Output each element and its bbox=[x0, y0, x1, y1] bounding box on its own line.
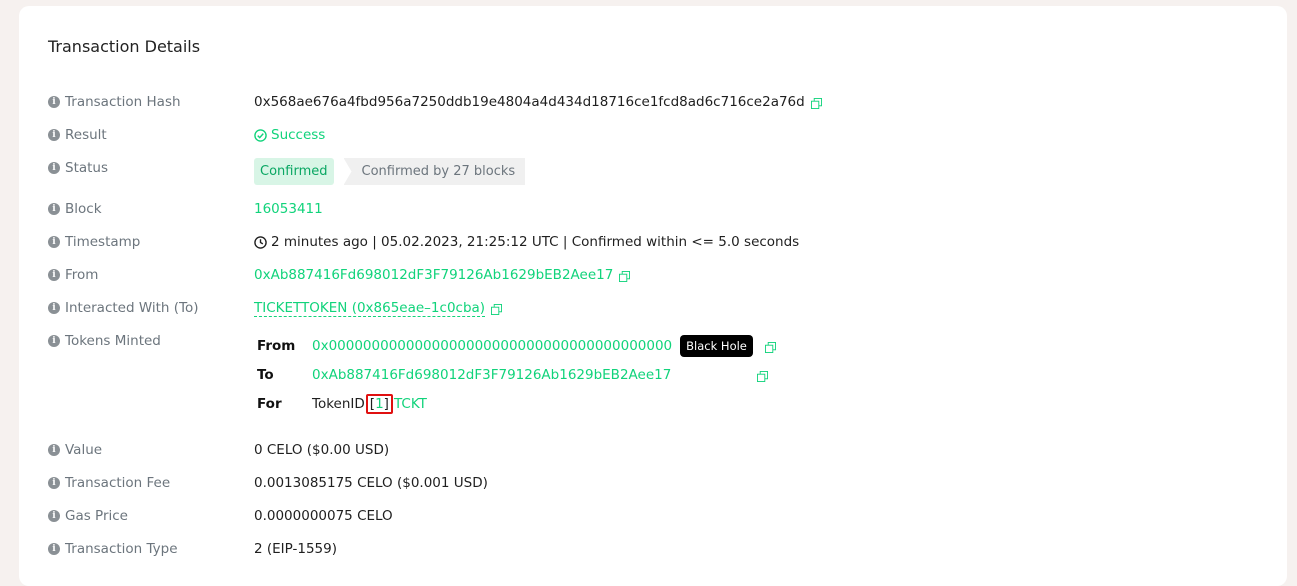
value-transaction-hash: 0x568ae676a4fbd956a7250ddb19e4804a4d434d… bbox=[254, 94, 822, 110]
info-icon: i bbox=[48, 543, 60, 555]
label-text: Gas Price bbox=[65, 508, 128, 524]
minted-from-address[interactable]: 0x00000000000000000000000000000000000000… bbox=[312, 338, 672, 354]
minted-to-row: To 0xAb887416Fd698012dF3F79126Ab1629bEB2… bbox=[257, 367, 769, 383]
label-text: Transaction Fee bbox=[65, 475, 171, 491]
info-icon: i bbox=[48, 477, 60, 489]
value-from: 0xAb887416Fd698012dF3F79126Ab1629bEB2Aee… bbox=[254, 267, 631, 283]
label-text: Block bbox=[65, 201, 102, 217]
result-text: Success bbox=[271, 127, 326, 143]
info-icon: i bbox=[48, 129, 60, 141]
info-icon: i bbox=[48, 510, 60, 522]
label-transaction-hash: i Transaction Hash bbox=[48, 94, 181, 110]
token-id-highlight: [1] bbox=[365, 394, 393, 414]
label-text: Timestamp bbox=[65, 234, 141, 250]
label-status: i Status bbox=[48, 160, 108, 176]
info-icon: i bbox=[48, 203, 60, 215]
label-value: i Value bbox=[48, 442, 102, 458]
info-icon: i bbox=[48, 302, 60, 314]
transaction-hash: 0x568ae676a4fbd956a7250ddb19e4804a4d434d… bbox=[254, 94, 805, 110]
minted-for-row: For TokenID [1] TCKT bbox=[257, 394, 427, 414]
label-text: Value bbox=[65, 442, 103, 458]
status-badge: Confirmed bbox=[254, 158, 334, 185]
timestamp-text: 2 minutes ago | 05.02.2023, 21:25:12 UTC… bbox=[271, 234, 800, 250]
value-amount: 0 CELO ($0.00 USD) bbox=[254, 442, 390, 458]
label-text: Transaction Type bbox=[65, 541, 178, 557]
copy-icon[interactable] bbox=[810, 97, 822, 109]
minted-to-key: To bbox=[257, 367, 274, 383]
minted-from-row: From 0x000000000000000000000000000000000… bbox=[257, 335, 776, 357]
label-text: Transaction Hash bbox=[65, 94, 181, 110]
minted-from-key: From bbox=[257, 338, 296, 354]
label-result: i Result bbox=[48, 127, 107, 143]
label-text: Result bbox=[65, 127, 107, 143]
label-text: Interacted With (To) bbox=[65, 300, 199, 316]
info-icon: i bbox=[48, 335, 60, 347]
page-title: Transaction Details bbox=[48, 37, 201, 56]
label-interacted-with: i Interacted With (To) bbox=[48, 300, 199, 316]
black-hole-tag: Black Hole bbox=[680, 335, 753, 357]
value-timestamp: 2 minutes ago | 05.02.2023, 21:25:12 UTC… bbox=[254, 234, 799, 250]
label-gas-price: i Gas Price bbox=[48, 508, 128, 524]
value-transaction-type: 2 (EIP-1559) bbox=[254, 541, 337, 557]
value-interacted-with: TICKETTOKEN (0x865eae–1c0cba) bbox=[254, 300, 503, 317]
value-result: Success bbox=[254, 127, 325, 143]
token-id-prefix: TokenID bbox=[312, 396, 365, 412]
value-transaction-fee: 0.0013085175 CELO ($0.001 USD) bbox=[254, 475, 488, 491]
token-symbol-link[interactable]: TCKT bbox=[394, 396, 427, 412]
contract-link[interactable]: TICKETTOKEN (0x865eae–1c0cba) bbox=[254, 300, 486, 317]
label-text: From bbox=[65, 267, 99, 283]
from-address-link[interactable]: 0xAb887416Fd698012dF3F79126Ab1629bEB2Aee… bbox=[254, 267, 613, 283]
label-from: i From bbox=[48, 267, 98, 283]
minted-to-address[interactable]: 0xAb887416Fd698012dF3F79126Ab1629bEB2Aee… bbox=[312, 367, 671, 383]
copy-icon[interactable] bbox=[491, 304, 503, 315]
value-gas-price: 0.0000000075 CELO bbox=[254, 508, 393, 524]
label-text: Tokens Minted bbox=[65, 333, 161, 349]
token-id-close-bracket: ] bbox=[383, 396, 389, 412]
label-block: i Block bbox=[48, 201, 102, 217]
info-icon: i bbox=[48, 444, 60, 456]
info-icon: i bbox=[48, 162, 60, 174]
label-transaction-type: i Transaction Type bbox=[48, 541, 178, 557]
label-timestamp: i Timestamp bbox=[48, 234, 140, 250]
info-icon: i bbox=[48, 96, 60, 108]
transaction-details-card: Transaction Details i Transaction Hash 0… bbox=[19, 6, 1287, 586]
minted-for-key: For bbox=[257, 396, 282, 412]
copy-icon[interactable] bbox=[757, 370, 769, 382]
label-tokens-minted: i Tokens Minted bbox=[48, 333, 161, 349]
copy-icon[interactable] bbox=[619, 270, 631, 282]
confirmations-badge: Confirmed by 27 blocks bbox=[343, 158, 526, 185]
info-icon: i bbox=[48, 236, 60, 248]
label-transaction-fee: i Transaction Fee bbox=[48, 475, 170, 491]
info-icon: i bbox=[48, 269, 60, 281]
copy-icon[interactable] bbox=[764, 341, 776, 353]
token-id-link[interactable]: 1 bbox=[375, 396, 384, 412]
clock-icon bbox=[254, 235, 267, 249]
block-link[interactable]: 16053411 bbox=[254, 201, 323, 217]
label-text: Status bbox=[65, 160, 109, 176]
value-status: Confirmed Confirmed by 27 blocks bbox=[254, 158, 526, 185]
check-circle-icon bbox=[254, 128, 267, 142]
